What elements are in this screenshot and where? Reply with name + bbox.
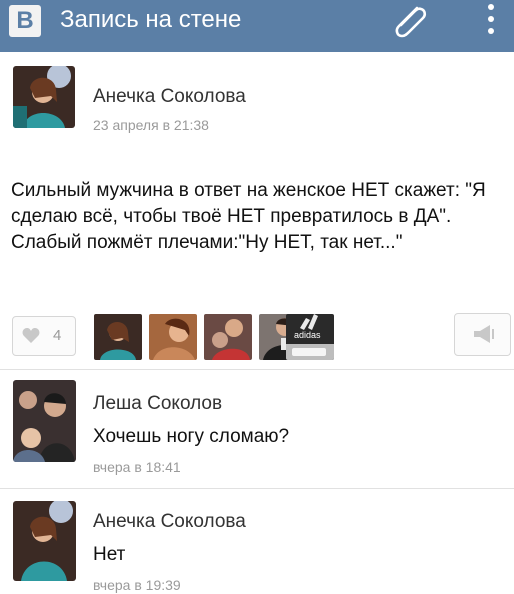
heart-icon xyxy=(22,328,40,343)
comment-date: вчера в 18:41 xyxy=(93,459,181,475)
like-button[interactable]: 4 xyxy=(12,316,76,356)
post-text: Сильный мужчина в ответ на женское НЕТ с… xyxy=(11,180,486,253)
liker-avatar[interactable] xyxy=(94,314,142,360)
comment-author-name[interactable]: Анечка Соколова xyxy=(93,511,246,533)
comment-author-name[interactable]: Леша Соколов xyxy=(93,393,222,415)
comment-author-avatar[interactable] xyxy=(13,501,76,581)
likes-count: 4 xyxy=(53,327,62,344)
comment-text: Нет xyxy=(93,544,126,565)
vk-logo[interactable]: В xyxy=(9,5,41,37)
paperclip-icon[interactable] xyxy=(385,0,431,46)
top-bar: В Запись на стене xyxy=(0,0,514,52)
comment-text: Хочешь ногу сломаю? xyxy=(93,426,290,447)
megaphone-icon xyxy=(474,325,494,343)
comment-date: вчера в 19:39 xyxy=(93,577,181,593)
adidas-avatar[interactable]: adidas xyxy=(286,314,334,360)
divider xyxy=(0,369,514,370)
more-vertical-icon[interactable] xyxy=(488,4,496,40)
comment-author-avatar[interactable] xyxy=(13,380,76,462)
post-author-name[interactable]: Анечка Соколова xyxy=(93,86,246,108)
share-button[interactable] xyxy=(454,313,511,356)
page-title: Запись на стене xyxy=(60,6,242,33)
divider xyxy=(0,488,514,489)
post-author-avatar[interactable] xyxy=(13,66,75,128)
post-date: 23 апреля в 21:38 xyxy=(93,117,209,133)
liker-avatar[interactable] xyxy=(149,314,197,360)
adidas-label: adidas xyxy=(294,330,321,340)
liker-avatar[interactable] xyxy=(204,314,252,360)
